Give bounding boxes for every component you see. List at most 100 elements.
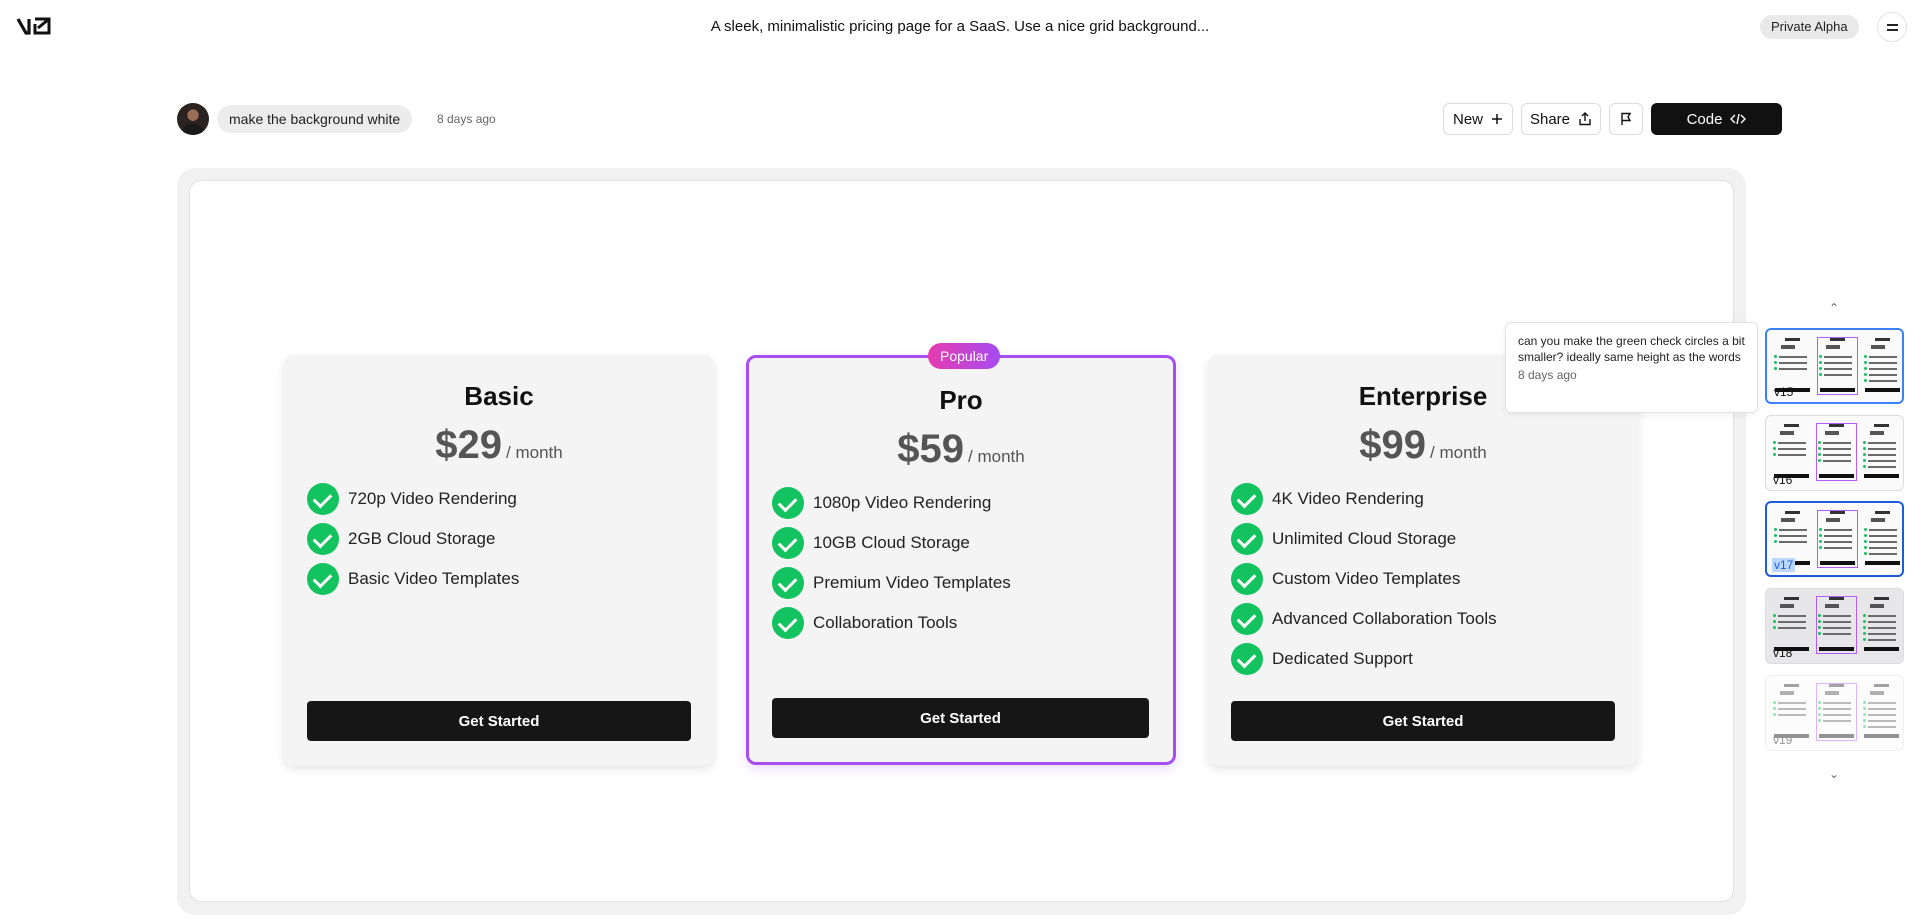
avatar[interactable] [177,103,209,135]
version-label: v16 [1773,473,1793,487]
thumbnail-preview-card [1817,510,1858,568]
check-icon [307,563,339,595]
feature-text: Collaboration Tools [813,613,958,632]
feature-text: Basic Video Templates [348,569,520,588]
thumbnail-preview-card [1772,684,1811,740]
share-button-label: Share [1529,110,1571,128]
feature-item: 1080p Video Rendering [772,483,1011,523]
thumbnail-preview-card [1816,596,1857,654]
feature-item: Premium Video Templates [772,563,1011,603]
get-started-button[interactable]: Get Started [1231,701,1615,741]
feature-text: Custom Video Templates [1272,569,1461,588]
check-icon [772,567,804,599]
version-thumbnail[interactable]: v18 [1765,588,1904,664]
plan-price: $29 [435,423,503,467]
thumbnail-preview-card [1772,597,1811,653]
check-icon [1231,483,1263,515]
plan-card-basic: Basic $29/ month 720p Video Rendering 2G… [284,355,714,765]
versions-scroll-up-icon[interactable]: ⌃ [1828,302,1840,314]
thumbnail-preview-card [1862,424,1901,480]
private-alpha-badge: Private Alpha [1760,15,1859,39]
top-bar: A sleek, minimalistic pricing page for a… [0,0,1920,54]
code-icon [1730,113,1747,125]
feature-item: 10GB Cloud Storage [772,523,1011,563]
thumbnail-preview-card [1862,597,1901,653]
share-button[interactable]: Share [1521,103,1601,135]
feature-item: Custom Video Templates [1231,559,1497,599]
version-thumbnail[interactable]: v16 [1765,415,1904,491]
plan-price-row: $99/ month [1208,423,1638,468]
feature-text: 10GB Cloud Storage [813,533,970,552]
new-button[interactable]: New [1443,103,1513,135]
feature-item: Collaboration Tools [772,603,1011,643]
plus-icon [1492,114,1502,124]
plan-name: Basic [464,381,534,411]
preview-canvas: Basic $29/ month 720p Video Rendering 2G… [189,180,1734,902]
check-icon [772,527,804,559]
chat-message: make the background white [217,105,413,133]
feature-text: 1080p Video Rendering [813,493,992,512]
version-label: v19 [1773,733,1793,747]
plan-price-row: $59/ month [749,427,1173,472]
version-label: v17 [1772,558,1796,572]
popular-badge: Popular [928,343,1001,369]
check-icon [772,607,804,639]
feature-item: Unlimited Cloud Storage [1231,519,1497,559]
thumbnail-preview-card [1862,684,1901,740]
share-icon [1579,112,1591,126]
check-icon [1231,523,1263,555]
thumbnail-preview-card [1863,511,1902,567]
plan-period: / month [1430,443,1487,462]
version-thumbnail[interactable]: v15 [1765,328,1904,404]
thumbnail-preview-card [1816,683,1857,741]
flag-button[interactable] [1609,103,1643,135]
plan-price: $99 [1359,423,1427,467]
thumbnail-preview-card [1863,338,1902,394]
feature-text: 4K Video Rendering [1272,489,1424,508]
tooltip-text: can you make the green check circles a b… [1518,334,1745,364]
feature-text: 720p Video Rendering [348,489,517,508]
version-label: v18 [1773,646,1793,660]
feature-text: Dedicated Support [1272,649,1413,668]
new-button-label: New [1452,110,1483,128]
thumbnail-preview-card [1817,337,1858,395]
version-thumbnail[interactable]: v19 [1765,675,1904,751]
prompt-title: A sleek, minimalistic pricing page for a… [710,18,1210,35]
version-label: v15 [1774,385,1794,399]
feature-text: Unlimited Cloud Storage [1272,529,1457,548]
feature-item: Basic Video Templates [307,559,519,599]
feature-item: 4K Video Rendering [1231,479,1497,519]
menu-icon [1887,24,1898,26]
feature-item: Dedicated Support [1231,639,1497,679]
plan-card-pro: Pro $59/ month 1080p Video Rendering 10G… [746,355,1176,765]
menu-button[interactable] [1877,12,1907,42]
versions-scroll-down-icon[interactable]: ⌄ [1828,768,1840,780]
version-tooltip: can you make the green check circles a b… [1505,322,1758,413]
check-icon [1231,643,1263,675]
thumbnail-preview-card [1816,423,1857,481]
check-icon [1231,603,1263,635]
flag-icon [1621,112,1632,125]
plan-price-row: $29/ month [284,423,714,468]
check-icon [307,523,339,555]
check-icon [772,487,804,519]
plan-period: / month [506,443,563,462]
code-button-label: Code [1686,110,1723,128]
feature-item: 2GB Cloud Storage [307,519,519,559]
code-button[interactable]: Code [1651,103,1782,135]
check-icon [1231,563,1263,595]
feature-list: 720p Video Rendering 2GB Cloud Storage B… [307,479,519,599]
feature-list: 4K Video Rendering Unlimited Cloud Stora… [1231,479,1497,679]
feature-item: 720p Video Rendering [307,479,519,519]
plan-card-enterprise: Enterprise $99/ month 4K Video Rendering… [1208,355,1638,765]
get-started-button[interactable]: Get Started [772,698,1149,738]
chat-message-time: 8 days ago [437,112,496,126]
feature-text: Advanced Collaboration Tools [1272,609,1497,628]
feature-item: Advanced Collaboration Tools [1231,599,1497,639]
tooltip-time: 8 days ago [1518,368,1577,382]
version-thumbnail[interactable]: v17 [1765,501,1904,577]
thumbnail-preview-card [1772,424,1811,480]
get-started-button[interactable]: Get Started [307,701,691,741]
check-icon [307,483,339,515]
feature-list: 1080p Video Rendering 10GB Cloud Storage… [772,483,1011,643]
